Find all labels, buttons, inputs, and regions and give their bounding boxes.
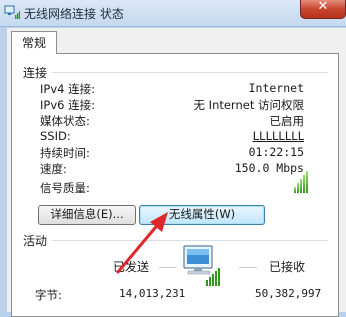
signal-strength-icon bbox=[294, 171, 310, 193]
dialog-client-area: 常规 连接 IPv4 连接: Internet IPv6 连接: 无 Inter… bbox=[7, 28, 346, 317]
network-connection-icon bbox=[4, 5, 20, 19]
media-state-label: 媒体状态: bbox=[40, 114, 90, 128]
title-bar: 无线网络连接 状态 ✕ bbox=[0, 0, 346, 27]
ipv6-value: 无 Internet 访问权限 bbox=[193, 98, 304, 112]
bytes-sent-value: 14,013,231 bbox=[119, 287, 186, 300]
bytes-label: 字节: bbox=[35, 288, 62, 302]
bytes-received-value: 50,382,997 bbox=[255, 287, 322, 300]
close-button[interactable]: ✕ bbox=[300, 0, 346, 19]
connection-divider bbox=[52, 72, 328, 73]
connection-section-label: 连接 bbox=[23, 66, 48, 80]
ssid-label: SSID: bbox=[40, 129, 71, 143]
ssid-value: LLLLLLLL bbox=[252, 129, 305, 143]
network-activity-icon bbox=[183, 245, 220, 286]
tab-panel: 连接 IPv4 连接: Internet IPv6 连接: 无 Internet… bbox=[11, 53, 339, 317]
ipv6-label: IPv6 连接: bbox=[40, 98, 95, 112]
ipv4-label: IPv4 连接: bbox=[40, 82, 95, 96]
signal-quality-label: 信号质量: bbox=[40, 181, 90, 195]
activity-section-label: 活动 bbox=[23, 234, 48, 248]
received-label: 已接收 bbox=[269, 260, 306, 274]
duration-label: 持续时间: bbox=[40, 146, 90, 160]
media-state-value: 已启用 bbox=[269, 114, 305, 128]
window-title: 无线网络连接 状态 bbox=[24, 7, 124, 21]
ipv4-value: Internet bbox=[248, 81, 304, 95]
tab-general[interactable]: 常规 bbox=[11, 31, 57, 54]
duration-value: 01:22:15 bbox=[248, 145, 304, 159]
speed-label: 速度: bbox=[40, 162, 67, 176]
received-line bbox=[239, 267, 257, 268]
annotation-arrow bbox=[116, 212, 168, 274]
